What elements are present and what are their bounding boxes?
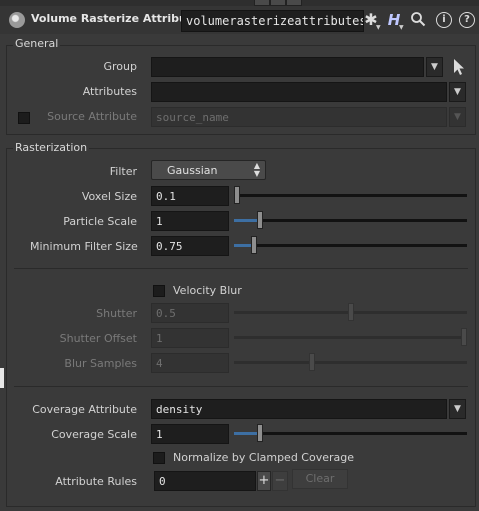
voxel-size-label: Voxel Size	[81, 190, 137, 203]
slider-handle[interactable]	[257, 424, 263, 442]
velocity-blur-checkbox[interactable]	[153, 285, 165, 297]
slider-fill	[234, 244, 251, 247]
general-section-title: General	[13, 37, 61, 50]
slider-fill	[234, 219, 257, 222]
separator	[14, 268, 468, 269]
source-attribute-field[interactable]: source_name	[151, 107, 447, 127]
attributes-field[interactable]	[151, 82, 447, 102]
attributes-label: Attributes	[82, 85, 137, 98]
node-type-icon	[9, 12, 25, 28]
source-attribute-label: Source Attribute	[47, 110, 137, 123]
voxel-size-slider[interactable]	[234, 186, 467, 204]
source-attribute-dropdown-button[interactable]: ▼	[449, 107, 466, 127]
shutter-offset-label: Shutter Offset	[59, 332, 137, 345]
window-edge-marker	[0, 368, 4, 388]
shutter-field[interactable]: 0.5	[151, 303, 229, 323]
parameter-header: Volume Rasterize Attributes volumeraster…	[0, 6, 479, 34]
group-dropdown-button[interactable]: ▼	[426, 57, 443, 77]
coverage-attribute-label: Coverage Attribute	[32, 403, 137, 416]
velocity-blur-label: Velocity Blur	[173, 284, 242, 297]
attributes-dropdown-button[interactable]: ▼	[449, 82, 466, 102]
slider-handle[interactable]	[348, 303, 354, 321]
shutter-label: Shutter	[96, 307, 137, 320]
shutter-slider[interactable]	[234, 303, 467, 321]
help-icon[interactable]: ?	[459, 12, 475, 28]
blur-samples-field[interactable]: 4	[151, 353, 229, 373]
coverage-scale-label: Coverage Scale	[51, 428, 137, 441]
attribute-rules-count-field[interactable]: 0	[154, 471, 256, 491]
slider-handle[interactable]	[461, 328, 467, 346]
blur-samples-label: Blur Samples	[64, 357, 137, 370]
add-rule-button[interactable]: +	[257, 471, 271, 491]
coverage-scale-slider[interactable]	[234, 424, 467, 442]
normalize-by-clamped-coverage-checkbox[interactable]	[153, 452, 165, 464]
slider-handle[interactable]	[257, 211, 263, 229]
blur-samples-slider[interactable]	[234, 353, 467, 371]
filter-value: Gaussian	[167, 164, 218, 177]
particle-scale-label: Particle Scale	[63, 215, 137, 228]
gear-menu-arrow-icon[interactable]: ▼	[376, 24, 381, 31]
normalize-by-clamped-coverage-label: Normalize by Clamped Coverage	[173, 451, 355, 464]
coverage-scale-field[interactable]: 1	[151, 424, 229, 444]
remove-rule-button[interactable]: −	[272, 471, 288, 491]
clear-rules-button[interactable]: Clear	[292, 469, 348, 489]
filter-label: Filter	[109, 165, 137, 178]
slider-handle[interactable]	[251, 236, 257, 254]
rasterization-section-title: Rasterization	[13, 141, 90, 154]
slider-handle[interactable]	[309, 353, 315, 371]
particle-scale-field[interactable]: 1	[151, 211, 229, 231]
help-menu-arrow-icon[interactable]: ▼	[399, 24, 404, 31]
coverage-attribute-dropdown-button[interactable]: ▼	[449, 399, 466, 419]
search-icon[interactable]	[409, 11, 427, 29]
node-name-field[interactable]: volumerasterizeattributes	[181, 10, 364, 32]
minimum-filter-size-field[interactable]: 0.75	[151, 236, 229, 256]
minimum-filter-size-slider[interactable]	[234, 236, 467, 254]
slider-fill	[234, 432, 257, 435]
shutter-offset-field[interactable]: 1	[151, 328, 229, 348]
group-label: Group	[103, 60, 138, 73]
coverage-attribute-field[interactable]: density	[151, 399, 447, 419]
filter-menu[interactable]: Gaussian ▲ ▼	[151, 160, 266, 180]
particle-scale-slider[interactable]	[234, 211, 467, 229]
source-attribute-toggle[interactable]	[18, 112, 30, 124]
slider-handle[interactable]	[234, 186, 240, 204]
info-icon[interactable]: i	[436, 12, 452, 28]
attribute-rules-label: Attribute Rules	[55, 475, 137, 488]
node-type-label: Volume Rasterize Attributes	[31, 12, 207, 25]
up-down-arrows-icon: ▲ ▼	[253, 161, 260, 178]
minimum-filter-size-label: Minimum Filter Size	[30, 240, 138, 253]
group-field[interactable]	[151, 57, 424, 77]
voxel-size-field[interactable]: 0.1	[151, 186, 229, 206]
separator	[14, 386, 468, 387]
shutter-offset-slider[interactable]	[234, 328, 467, 346]
select-arrow-icon[interactable]	[452, 58, 466, 79]
